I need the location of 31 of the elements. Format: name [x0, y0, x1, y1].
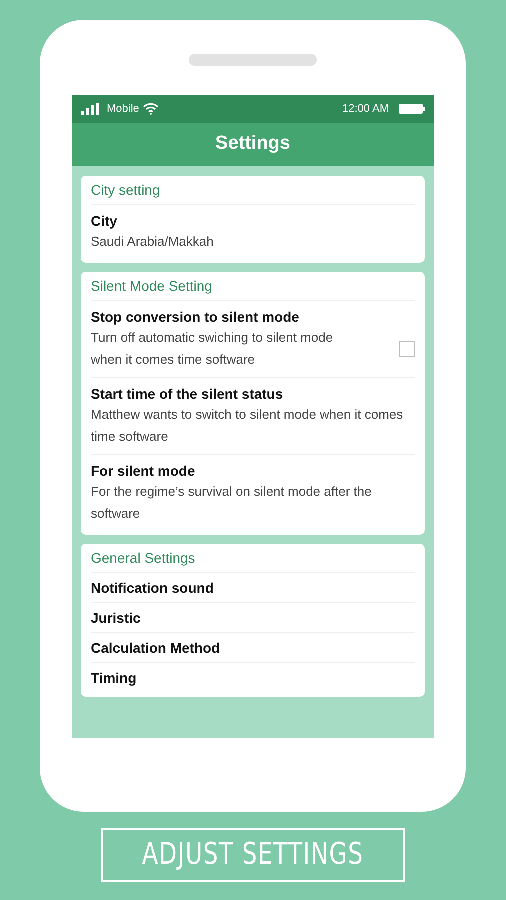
section-header: Silent Mode Setting	[91, 276, 212, 296]
settings-row[interactable]: Stop conversion to silent mode Turn off automatic swiching to silent mode when it comes time software	[91, 301, 415, 378]
setting-title: City	[91, 212, 118, 231]
settings-row[interactable]: Timing	[91, 663, 415, 693]
clock-time: 12:00 AM	[342, 102, 389, 117]
wifi-icon	[143, 103, 160, 115]
section-header: General Settings	[91, 548, 196, 568]
settings-row[interactable]: Start time of the silent status Matthew wants to switch to silent mode when it comes time software	[91, 378, 415, 455]
setting-title: Juristic	[91, 608, 142, 628]
signal-icon	[81, 103, 101, 115]
setting-description: For the regime’s survival on silent mode after the software	[91, 483, 373, 523]
screen-title: Settings	[216, 132, 290, 156]
settings-row[interactable]: Notification sound	[91, 573, 415, 603]
setting-title: Calculation Method	[91, 638, 222, 658]
banner-caption: ADJUST SETTINGS	[142, 836, 364, 874]
setting-title: Stop conversion to silent mode	[91, 308, 300, 327]
setting-title: Notification sound	[91, 578, 215, 598]
section-header: City setting	[91, 180, 160, 200]
setting-description: Turn off automatic swiching to silent mode when it comes time software	[91, 329, 334, 369]
checkbox[interactable]	[399, 341, 415, 357]
settings-row[interactable]: Calculation Method	[91, 633, 415, 663]
setting-description: Saudi Arabia/Makkah	[91, 233, 215, 251]
carrier-label: Mobile	[107, 102, 140, 117]
setting-title: Timing	[91, 669, 138, 688]
battery-icon	[399, 104, 425, 114]
settings-row[interactable]: City Saudi Arabia/Makkah	[91, 205, 415, 259]
settings-row[interactable]: For silent mode For the regime’s survival on silent mode after the software	[91, 455, 415, 531]
setting-title: Start time of the silent status	[91, 385, 284, 404]
setting-description: Matthew wants to switch to silent mode when it comes time software	[91, 406, 404, 446]
setting-title: For silent mode	[91, 462, 196, 481]
settings-row[interactable]: Juristic	[91, 603, 415, 633]
